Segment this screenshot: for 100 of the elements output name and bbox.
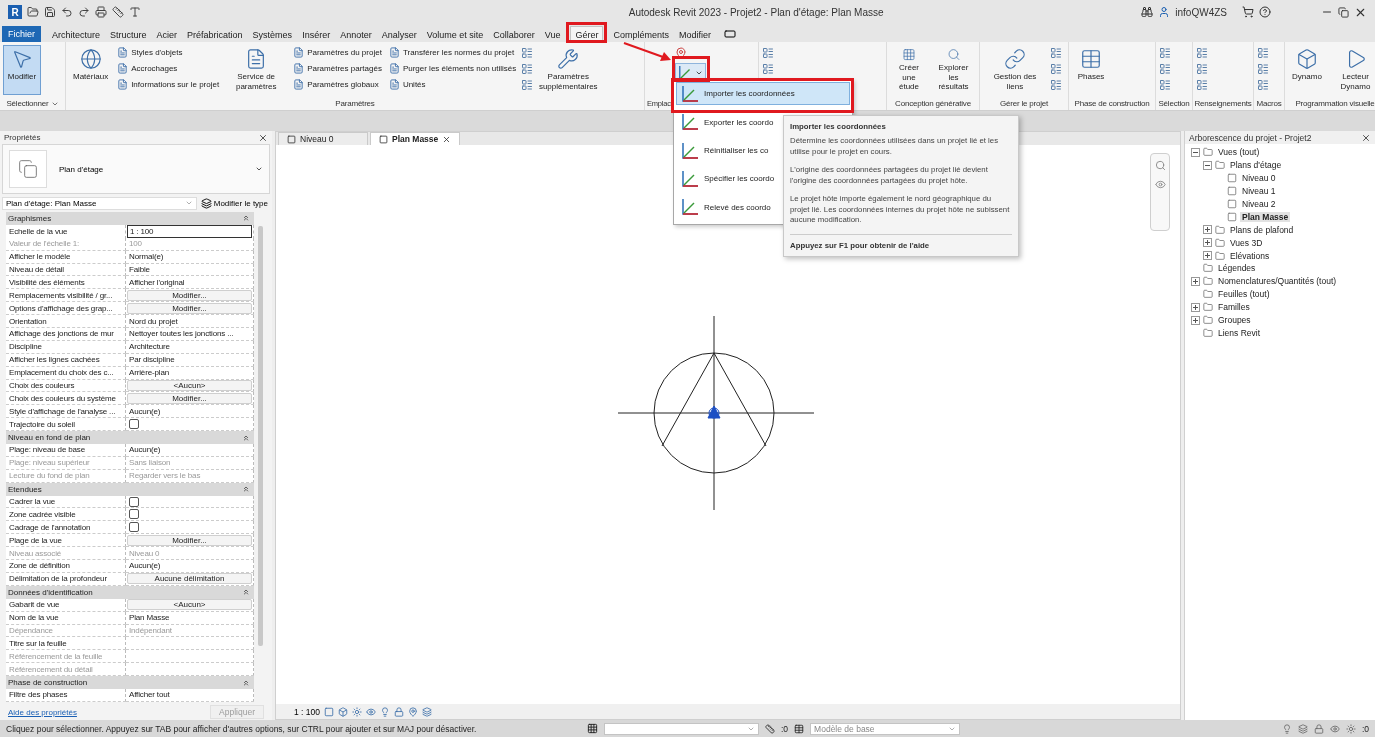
user-name[interactable]: infoQW4ZS (1175, 6, 1227, 18)
table-icon[interactable] (794, 723, 805, 734)
expand-toggle[interactable] (1203, 251, 1212, 261)
property-button[interactable]: Modifier... (127, 534, 252, 546)
design-option-field[interactable]: Modèle de base (810, 722, 961, 735)
help-link[interactable]: Aide des propriétés (8, 707, 77, 717)
group-header[interactable]: Niveau en fond de plan (6, 431, 254, 445)
tree-item[interactable]: Liens Revit (1216, 327, 1263, 338)
close-icon[interactable] (258, 132, 268, 143)
ribbon-button[interactable]: Transférer les normes du projet (386, 45, 519, 60)
workset-field[interactable] (604, 722, 759, 735)
ribbon-button[interactable]: Dynamo (1288, 45, 1326, 95)
list-icon[interactable] (1159, 47, 1171, 59)
ribbon-button[interactable]: Styles d'objets (115, 45, 222, 60)
pin-icon[interactable] (675, 47, 687, 59)
text-icon[interactable] (129, 6, 141, 18)
ribbon-button[interactable]: Modifier (3, 45, 41, 95)
undo-icon[interactable] (61, 6, 73, 18)
instance-dropdown[interactable]: Plan d'étage: Plan Masse (2, 196, 197, 210)
list-icon[interactable] (1196, 79, 1208, 91)
expand-toggle[interactable] (1191, 315, 1200, 325)
list-icon[interactable] (1257, 63, 1269, 75)
tree-item[interactable]: Familles (1216, 302, 1252, 313)
list-icon[interactable] (1050, 47, 1062, 59)
tree-item[interactable]: Elévations (1228, 250, 1272, 261)
tree-item[interactable]: Niveau 1 (1240, 186, 1278, 197)
lock-icon[interactable] (1313, 723, 1324, 734)
ribbon-button[interactable]: Matériaux (69, 45, 113, 95)
expand-toggle[interactable] (1191, 302, 1200, 312)
expand-toggle[interactable] (1203, 238, 1212, 248)
ribbon-tab[interactable]: Acier (151, 26, 183, 42)
scrollbar[interactable] (258, 226, 263, 646)
folder-icon[interactable] (27, 6, 39, 18)
ribbon-button[interactable]: Paramètres globaux (291, 77, 384, 92)
ribbon-tab[interactable]: Collaborer (488, 26, 540, 42)
close-icon[interactable] (1361, 132, 1371, 143)
ribbon-button[interactable]: Explorer les résultats (931, 45, 976, 95)
list-icon[interactable] (1159, 79, 1171, 91)
expand-toggle[interactable] (1191, 276, 1200, 286)
printer-icon[interactable] (95, 6, 107, 18)
list-icon[interactable] (521, 79, 534, 91)
property-button[interactable]: Modifier... (127, 392, 252, 404)
list-icon[interactable] (521, 63, 534, 75)
ribbon-tab[interactable]: Volume et site (421, 26, 489, 42)
tree-item[interactable]: Niveau 0 (1240, 173, 1278, 184)
ribbon-button[interactable]: Purger les éléments non utilisés (386, 61, 519, 76)
ribbon-button[interactable]: Paramètres partagés (291, 61, 384, 76)
panel-toggle-icon[interactable] (724, 28, 736, 40)
type-selector[interactable]: Plan d'étage (2, 144, 270, 194)
tree-item[interactable]: Plans de plafond (1228, 224, 1296, 235)
ribbon-tab[interactable]: Analyser (376, 26, 422, 42)
list-icon[interactable] (1196, 47, 1208, 59)
checkbox[interactable] (129, 522, 139, 533)
grid-icon[interactable] (587, 723, 598, 734)
tree-item[interactable]: Plans d'étage (1228, 160, 1284, 171)
redo-icon[interactable] (78, 6, 90, 18)
binoculars-icon[interactable] (1141, 6, 1154, 18)
list-icon[interactable] (762, 47, 774, 59)
user-icon[interactable] (1158, 6, 1171, 18)
ribbon-button[interactable]: Informations sur le projet (115, 77, 222, 92)
tree-item[interactable]: Plan Masse (1240, 211, 1291, 222)
ribbon-tab[interactable]: Insérer (297, 26, 336, 42)
restore-icon[interactable] (1338, 6, 1349, 18)
ruler-icon[interactable] (112, 6, 124, 18)
view-tab[interactable]: Niveau 0 (278, 132, 368, 145)
ribbon-tab[interactable]: Modifier (674, 26, 716, 42)
list-icon[interactable] (1159, 63, 1171, 75)
tree-item[interactable]: Nomenclatures/Quantités (tout) (1216, 276, 1339, 287)
property-button[interactable]: Modifier... (127, 302, 252, 314)
property-button[interactable]: <Aucun> (127, 380, 252, 391)
list-icon[interactable] (1050, 63, 1062, 75)
edit-type-button[interactable]: Modifier le type (200, 197, 268, 209)
ribbon-button[interactable]: Accrochages (115, 61, 222, 76)
list-icon[interactable] (762, 63, 774, 75)
file-tab[interactable]: Fichier (2, 26, 41, 42)
cube-icon[interactable] (338, 706, 348, 717)
expand-toggle[interactable] (1203, 160, 1212, 170)
menu-item[interactable]: Importer les coordonnées (676, 82, 850, 106)
ribbon-tab[interactable]: Préfabrication (182, 26, 248, 42)
list-icon[interactable] (521, 47, 534, 59)
tree-item[interactable]: Groupes (1216, 315, 1253, 325)
ribbon-tab[interactable]: Systèmes (247, 26, 298, 42)
checkbox[interactable] (129, 496, 139, 507)
tree-item[interactable]: Vues 3D (1228, 237, 1265, 248)
ribbon-button[interactable]: Lecteur Dynamo (1329, 45, 1375, 95)
app-logo[interactable]: R (8, 5, 22, 19)
layers-icon[interactable] (1297, 723, 1308, 734)
ribbon-tab[interactable]: Vue (539, 26, 566, 42)
save-icon[interactable] (44, 6, 56, 18)
lightbulb-icon[interactable] (1281, 723, 1292, 734)
ribbon-button[interactable]: Paramètres du projet (291, 45, 384, 60)
sun-icon[interactable] (352, 706, 362, 717)
group-header[interactable]: Phase de construction (6, 676, 254, 689)
ribbon-tab[interactable]: Architecture (47, 26, 106, 42)
ribbon-button[interactable]: Gestion des liens (983, 45, 1047, 95)
ruler-icon[interactable] (765, 723, 775, 734)
square-icon[interactable] (324, 706, 334, 717)
lightbulb-icon[interactable] (380, 706, 390, 717)
checkbox[interactable] (129, 419, 139, 430)
ribbon-button[interactable]: Service de paramètres (224, 45, 289, 95)
